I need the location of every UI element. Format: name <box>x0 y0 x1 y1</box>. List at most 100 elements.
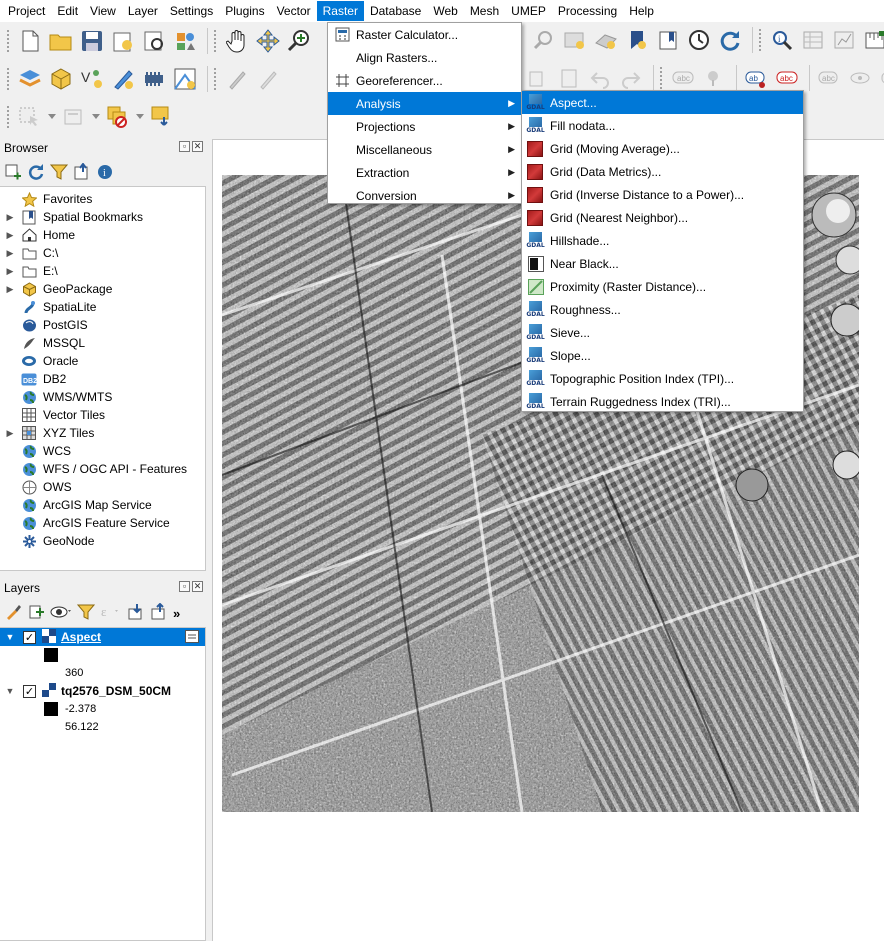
raster-menu-item-align-rasters[interactable]: Align Rasters... <box>328 46 521 69</box>
float-panel-icon[interactable]: ▫ <box>179 141 190 152</box>
browser-item-spatial-bookmarks[interactable]: ▶ Spatial Bookmarks <box>0 208 205 226</box>
browser-item-wcs[interactable]: WCS <box>0 442 205 460</box>
expand-arrow-icon[interactable]: ▶ <box>3 284 17 295</box>
expand-arrow-icon[interactable]: ▶ <box>3 212 17 223</box>
menu-vector[interactable]: Vector <box>271 1 317 21</box>
layer-visibility-checkbox[interactable]: ✓ <box>23 630 36 644</box>
expand-arrow-icon[interactable]: ▶ <box>3 230 17 241</box>
browser-item-arcgis-map-service[interactable]: ArcGIS Map Service <box>0 496 205 514</box>
menu-umep[interactable]: UMEP <box>505 1 552 21</box>
new-3d-map-view-icon[interactable] <box>592 26 620 54</box>
analysis-item-near-black[interactable]: Near Black... <box>522 252 803 275</box>
select-features-icon[interactable] <box>16 103 44 131</box>
new-bookmark-icon[interactable] <box>623 26 651 54</box>
raster-menu-item-extraction[interactable]: Extraction ▶ <box>328 161 521 184</box>
style-panel-icon[interactable] <box>4 603 22 624</box>
menu-view[interactable]: View <box>84 1 122 21</box>
style-manager-icon[interactable] <box>171 27 199 55</box>
browser-item-xyz-tiles[interactable]: ▶ XYZ Tiles <box>0 424 205 442</box>
analysis-item-terrain-ruggedness-index-tri[interactable]: GDAL Terrain Ruggedness Index (TRI)... <box>522 390 803 413</box>
filter-legend-icon[interactable] <box>76 603 96 624</box>
new-mesh-layer-icon[interactable] <box>171 65 199 93</box>
close-panel-icon[interactable]: ✕ <box>192 141 203 152</box>
select-location-icon[interactable] <box>148 103 176 131</box>
browser-item-arcgis-feature-service[interactable]: ArcGIS Feature Service <box>0 514 205 532</box>
save-project-icon[interactable] <box>78 27 106 55</box>
undo-icon[interactable] <box>586 64 614 92</box>
browser-item-wms-wmts[interactable]: WMS/WMTS <box>0 388 205 406</box>
browser-item-geonode[interactable]: GeoNode <box>0 532 205 550</box>
deselect-dropdown2-icon[interactable] <box>135 103 145 131</box>
rotate-label-icon[interactable] <box>877 64 884 92</box>
toolbar-grip[interactable] <box>213 29 217 53</box>
layer-indicator-icon[interactable] <box>185 630 199 646</box>
select-dropdown-icon[interactable] <box>47 103 57 131</box>
filter-icon[interactable] <box>49 163 69 184</box>
deselect-dropdown-icon[interactable] <box>91 103 101 131</box>
analysis-item-fill-nodata[interactable]: GDAL Fill nodata... <box>522 114 803 137</box>
zoom-in-icon[interactable] <box>285 27 313 55</box>
expand-arrow-icon[interactable]: ▶ <box>3 428 17 439</box>
new-temporary-scratch-layer-icon[interactable] <box>109 65 137 93</box>
browser-item-e[interactable]: ▶ E:\ <box>0 262 205 280</box>
analysis-item-hillshade[interactable]: GDAL Hillshade... <box>522 229 803 252</box>
temporal-controller-icon[interactable] <box>685 26 713 54</box>
browser-item-oracle[interactable]: Oracle <box>0 352 205 370</box>
browser-item-geopackage[interactable]: ▶ GeoPackage <box>0 280 205 298</box>
layer-labeling-options-icon[interactable]: ab <box>742 64 770 92</box>
pan-to-selection-icon[interactable] <box>254 27 282 55</box>
collapse-arrow-icon[interactable]: ▼ <box>3 686 17 696</box>
browser-item-ows[interactable]: OWS <box>0 478 205 496</box>
menu-raster[interactable]: Raster <box>316 1 364 21</box>
analysis-item-grid-nearest-neighbor[interactable]: Grid (Nearest Neighbor)... <box>522 206 803 229</box>
raster-menu-item-analysis[interactable]: Analysis ▶ <box>328 92 521 115</box>
add-selected-layers-icon[interactable] <box>4 163 22 184</box>
toolbar-grip[interactable] <box>6 29 10 53</box>
refresh-icon[interactable] <box>716 26 744 54</box>
menu-web[interactable]: Web <box>427 1 463 21</box>
expand-arrow-icon[interactable]: ▶ <box>3 266 17 277</box>
collapse-all-icon[interactable] <box>150 602 168 624</box>
close-panel-icon[interactable]: ✕ <box>192 581 203 592</box>
raster-menu-item-raster-calculator[interactable]: Raster Calculator... <box>328 23 521 46</box>
toolbar-grip[interactable] <box>659 66 663 90</box>
raster-menu-item-georeferencer[interactable]: Georeferencer... <box>328 69 521 92</box>
layout-manager-icon[interactable] <box>140 27 168 55</box>
analysis-item-aspect[interactable]: GDAL Aspect... <box>522 91 803 114</box>
toolbar-grip[interactable] <box>6 67 10 91</box>
menu-plugins[interactable]: Plugins <box>219 1 270 21</box>
new-virtual-layer-icon[interactable] <box>140 65 168 93</box>
label-tool-icon[interactable]: abc <box>669 64 697 92</box>
copy-features-icon[interactable] <box>524 64 552 92</box>
add-group-icon[interactable] <box>27 603 45 624</box>
toolbar-grip[interactable] <box>758 28 762 52</box>
analysis-item-roughness[interactable]: GDAL Roughness... <box>522 298 803 321</box>
new-geopackage-layer-icon[interactable] <box>47 65 75 93</box>
open-project-icon[interactable] <box>47 27 75 55</box>
analysis-item-proximity-raster-distance[interactable]: Proximity (Raster Distance)... <box>522 275 803 298</box>
raster-menu-item-miscellaneous[interactable]: Miscellaneous ▶ <box>328 138 521 161</box>
expand-all-icon[interactable] <box>127 603 145 624</box>
toolbar-grip[interactable] <box>213 67 217 91</box>
browser-item-home[interactable]: ▶ Home <box>0 226 205 244</box>
manage-map-themes-icon[interactable] <box>50 603 72 624</box>
menu-project[interactable]: Project <box>2 1 51 21</box>
analysis-item-grid-moving-average[interactable]: Grid (Moving Average)... <box>522 137 803 160</box>
layer-row-dsm[interactable]: ▼ ✓ tq2576_DSM_50CM <box>0 682 205 700</box>
toolbar-grip[interactable] <box>6 105 10 129</box>
digitize-pencil-icon[interactable] <box>223 65 251 93</box>
browser-item-db2[interactable]: DB2 DB2 <box>0 370 205 388</box>
layer-visibility-checkbox[interactable]: ✓ <box>23 684 36 698</box>
analysis-item-grid-inverse-distance-to-a-power[interactable]: Grid (Inverse Distance to a Power)... <box>522 183 803 206</box>
data-source-manager-icon[interactable] <box>16 65 44 93</box>
browser-item-favorites[interactable]: Favorites <box>0 190 205 208</box>
open-attribute-table-icon[interactable] <box>799 26 827 54</box>
pin-labels-icon[interactable] <box>700 64 728 92</box>
menu-edit[interactable]: Edit <box>51 1 84 21</box>
paste-features-icon[interactable] <box>555 64 583 92</box>
new-shapefile-layer-icon[interactable]: V <box>78 65 106 93</box>
toggle-editing-icon[interactable] <box>254 65 282 93</box>
menu-layer[interactable]: Layer <box>122 1 164 21</box>
layer-row-aspect[interactable]: ▼ ✓ Aspect <box>0 628 205 646</box>
layer-diagram-options-icon[interactable]: abc <box>773 64 801 92</box>
